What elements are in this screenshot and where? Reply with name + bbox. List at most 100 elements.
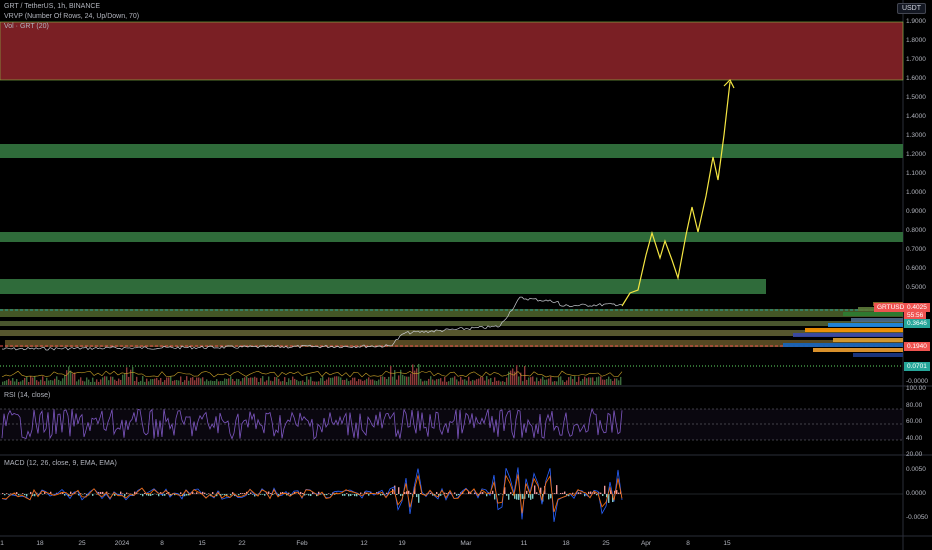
volume-bar (612, 380, 614, 385)
macd-pane-label[interactable]: MACD (12, 26, close, 9, EMA, EMA) (4, 460, 117, 467)
volume-bar (318, 381, 320, 385)
volume-bar (442, 381, 444, 385)
demand-zone-1 (0, 144, 903, 158)
rsi-axis-tick-label: 60.00 (906, 418, 923, 425)
volume-bar (380, 376, 382, 385)
time-axis-tick-label: 12 (360, 540, 368, 547)
volume-bar (328, 377, 330, 385)
volume-bar (6, 380, 8, 385)
volume-bar (162, 381, 164, 385)
volume-bar (334, 376, 336, 385)
volume-bar (16, 379, 18, 385)
macd-histogram-bar (302, 492, 304, 494)
volume-bar (168, 377, 170, 385)
price-axis-tick-label: 1.2000 (906, 151, 926, 158)
volume-bar (110, 376, 112, 385)
volume-bar (478, 378, 480, 385)
volume-bar (232, 378, 234, 385)
macd-histogram-bar (562, 492, 564, 494)
volume-bar (96, 379, 98, 385)
volume-bar (464, 379, 466, 385)
macd-histogram-bar (100, 491, 102, 494)
volume-bar (322, 376, 324, 385)
macd-histogram-bar (300, 491, 302, 494)
volume-bar (116, 380, 118, 385)
volume-bar (588, 377, 590, 385)
volume-bar (68, 366, 70, 385)
volume-bar (202, 377, 204, 385)
volume-bar (286, 381, 288, 385)
volume-bar (290, 380, 292, 385)
volume-profile-bar (793, 333, 903, 337)
volume-bar (580, 381, 582, 385)
vrvp-indicator-label[interactable]: VRVP (Number Of Rows, 24, Up/Down, 70) (4, 13, 139, 20)
volume-bar (198, 377, 200, 385)
volume-bar (300, 380, 302, 385)
macd-histogram-bar (264, 494, 266, 496)
macd-histogram-bar (350, 494, 352, 496)
price-axis-tick-label: 1.8000 (906, 37, 926, 44)
volume-bar (298, 381, 300, 385)
volume-bar (390, 365, 392, 385)
macd-histogram-bar (518, 494, 520, 500)
currency-button[interactable]: USDT (896, 3, 926, 14)
volume-bar (228, 378, 230, 385)
volume-bar (132, 367, 134, 385)
macd-histogram-bar (208, 493, 210, 494)
volume-bar (536, 377, 538, 385)
volume-bar (284, 377, 286, 385)
volume-bar (602, 379, 604, 385)
volume-bar (90, 381, 92, 385)
volume-bar (568, 377, 570, 385)
chart-canvas[interactable] (0, 0, 932, 550)
macd-histogram-bar (326, 494, 328, 496)
macd-histogram-bar (242, 493, 244, 494)
volume-bar (566, 380, 568, 385)
volume-bar (418, 363, 420, 385)
volume-bar (372, 379, 374, 385)
macd-histogram-bar (344, 494, 346, 496)
volume-bar (316, 381, 318, 385)
macd-histogram-bar (260, 494, 262, 495)
volume-bar (252, 377, 254, 385)
macd-histogram-bar (410, 492, 412, 494)
volume-bar (144, 381, 146, 385)
price-axis-tick-label: 0.8000 (906, 227, 926, 234)
macd-histogram-bar (6, 493, 8, 494)
volume-indicator-label[interactable]: Vol · GRT (20) (4, 23, 49, 30)
symbol-title[interactable]: GRT / TetherUS, 1h, BINANCE (4, 3, 100, 10)
volume-bar (358, 378, 360, 385)
macd-histogram-bar (4, 494, 6, 496)
volume-bar (326, 379, 328, 385)
volume-bar (178, 380, 180, 385)
macd-histogram-bar (212, 492, 214, 494)
price-axis-tick-label: 1.7000 (906, 56, 926, 63)
macd-histogram-bar (352, 494, 354, 495)
volume-bar (180, 376, 182, 385)
rsi-pane-label[interactable]: RSI (14, close) (4, 392, 50, 399)
macd-histogram-bar (418, 494, 420, 503)
volume-bar (368, 377, 370, 385)
macd-histogram-bar (148, 494, 150, 496)
volume-bar (542, 376, 544, 385)
price-axis-tick-label: 1.9000 (906, 18, 926, 25)
macd-histogram-bar (158, 494, 160, 497)
volume-bar (364, 380, 366, 385)
volume-bar (58, 379, 60, 385)
macd-histogram-bar (146, 494, 148, 496)
volume-bar (246, 376, 248, 385)
macd-axis-tick-label: 0.0000 (906, 490, 926, 497)
volume-bar (620, 376, 622, 385)
macd-histogram-bar (356, 494, 358, 497)
macd-histogram-bar (64, 494, 66, 496)
macd-histogram-bar (594, 492, 596, 494)
macd-histogram-bar (348, 494, 350, 497)
volume-bar (52, 380, 54, 385)
macd-histogram-bar (144, 493, 146, 494)
volume-bar (208, 381, 210, 385)
volume-bar (320, 378, 322, 385)
macd-histogram-bar (230, 494, 232, 496)
volume-bar (528, 377, 530, 385)
volume-bar (148, 381, 150, 385)
price-axis-tick-label: 1.1000 (906, 170, 926, 177)
